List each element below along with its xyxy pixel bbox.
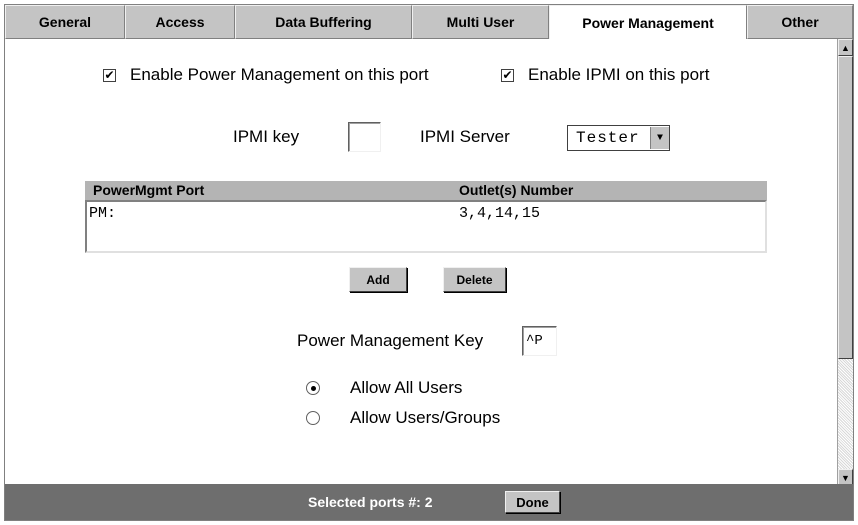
done-button[interactable]: Done xyxy=(505,491,560,513)
vertical-scrollbar[interactable]: ▲ ▼ xyxy=(837,39,853,486)
pm-key-label: Power Management Key xyxy=(297,331,484,350)
header-outlets-number: Outlet(s) Number xyxy=(459,182,574,198)
ipmi-server-select[interactable]: Tester ▼ xyxy=(567,125,670,151)
allow-all-radio[interactable] xyxy=(306,381,320,395)
pm-key-row: Power Management Key xyxy=(297,331,483,351)
tab-bar: General Access Data Buffering Multi User… xyxy=(5,5,853,40)
pm-key-input[interactable]: ^P xyxy=(522,326,557,356)
ipmi-server-label: IPMI Server xyxy=(420,127,510,146)
enable-ipmi-label: Enable IPMI on this port xyxy=(528,65,710,84)
selected-ports-label: Selected ports #: 2 xyxy=(308,494,433,510)
allow-groups-row: Allow Users/Groups xyxy=(306,408,500,428)
ipmi-server-value: Tester xyxy=(576,129,640,147)
scrollbar-thumb[interactable] xyxy=(838,56,853,359)
row-port[interactable]: PM: xyxy=(89,205,116,222)
table-header: PowerMgmt Port Outlet(s) Number xyxy=(85,181,767,200)
enable-pm-checkbox[interactable]: ✔ xyxy=(103,68,116,82)
row-outlets[interactable]: 3,4,14,15 xyxy=(459,205,540,222)
tab-other[interactable]: Other xyxy=(747,5,853,39)
enable-pm-row: ✔ Enable Power Management on this port xyxy=(103,65,429,85)
allow-groups-radio[interactable] xyxy=(306,411,320,425)
radio-selected-dot xyxy=(310,385,316,391)
ipmi-key-row: IPMI key xyxy=(233,127,299,147)
power-management-panel: ✔ Enable Power Management on this port ✔… xyxy=(5,39,853,486)
enable-ipmi-checkbox[interactable]: ✔ xyxy=(501,68,514,82)
tab-multi-user[interactable]: Multi User xyxy=(412,5,549,39)
allow-all-row: Allow All Users xyxy=(306,378,462,398)
scroll-up-icon[interactable]: ▲ xyxy=(838,39,853,56)
port-config-window: General Access Data Buffering Multi User… xyxy=(4,4,854,521)
allow-all-label: Allow All Users xyxy=(350,378,463,397)
ipmi-server-row: IPMI Server xyxy=(420,127,510,147)
add-button[interactable]: Add xyxy=(349,267,407,292)
delete-button[interactable]: Delete xyxy=(443,267,506,292)
tab-power-management[interactable]: Power Management xyxy=(549,5,747,40)
footer-bar: Selected ports #: 2 Done xyxy=(5,484,853,520)
enable-pm-label: Enable Power Management on this port xyxy=(130,65,429,84)
allow-groups-label: Allow Users/Groups xyxy=(350,408,501,427)
outlet-table[interactable]: PM: 3,4,14,15 xyxy=(85,200,767,253)
ipmi-key-input[interactable] xyxy=(348,122,381,152)
chevron-down-icon[interactable]: ▼ xyxy=(650,127,669,149)
tab-data-buffering[interactable]: Data Buffering xyxy=(235,5,412,39)
enable-ipmi-row: ✔ Enable IPMI on this port xyxy=(501,65,709,85)
header-powermgmt-port: PowerMgmt Port xyxy=(93,182,205,198)
ipmi-key-label: IPMI key xyxy=(233,127,300,146)
tab-access[interactable]: Access xyxy=(125,5,235,39)
tab-general[interactable]: General xyxy=(5,5,125,39)
